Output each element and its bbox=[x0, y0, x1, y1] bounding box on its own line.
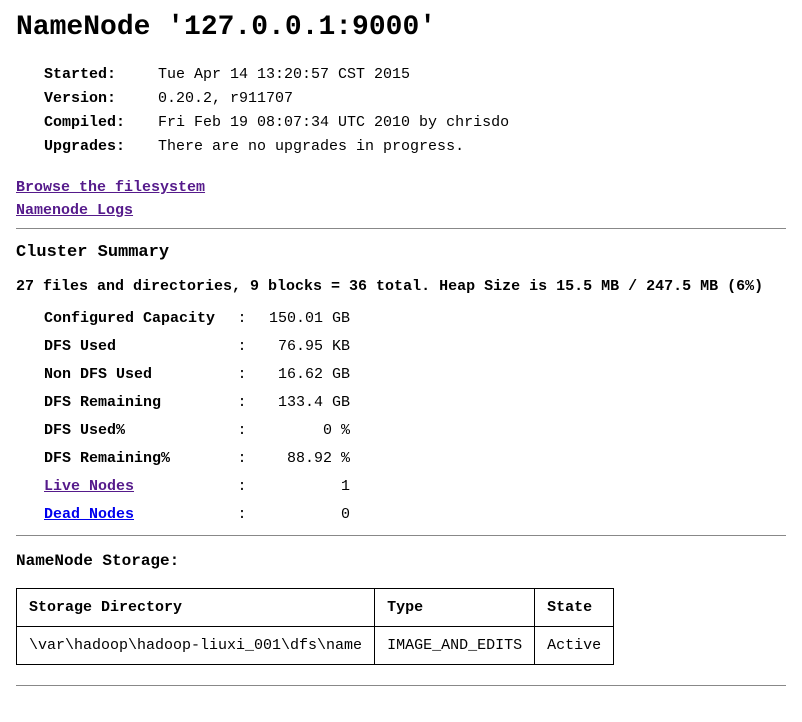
cluster-summary-heading: Cluster Summary bbox=[16, 243, 786, 262]
row-live-nodes: Live Nodes : 1 bbox=[44, 473, 358, 501]
info-upgrades-value: There are no upgrades in progress. bbox=[158, 135, 464, 159]
dfs-remaining-pct-label: DFS Remaining% bbox=[44, 445, 232, 473]
storage-data-row: \var\hadoop\hadoop-liuxi_001\dfs\name IM… bbox=[17, 627, 614, 665]
info-upgrades-label: Upgrades: bbox=[44, 135, 149, 159]
info-started-label: Started: bbox=[44, 63, 149, 87]
info-block: Started: Tue Apr 14 13:20:57 CST 2015 Ve… bbox=[44, 63, 786, 159]
live-nodes-value: 1 bbox=[260, 473, 358, 501]
row-non-dfs-used: Non DFS Used : 16.62 GB bbox=[44, 361, 358, 389]
dfs-used-pct-label: DFS Used% bbox=[44, 417, 232, 445]
row-dfs-used-pct: DFS Used% : 0 % bbox=[44, 417, 358, 445]
row-dfs-remaining-pct: DFS Remaining% : 88.92 % bbox=[44, 445, 358, 473]
dfs-used-label: DFS Used bbox=[44, 333, 232, 361]
storage-table: Storage Directory Type State \var\hadoop… bbox=[16, 588, 614, 665]
cluster-summary-table: Configured Capacity : 150.01 GB DFS Used… bbox=[44, 305, 358, 529]
storage-type: IMAGE_AND_EDITS bbox=[375, 627, 535, 665]
cluster-summary-line: 27 files and directories, 9 blocks = 36 … bbox=[16, 278, 786, 295]
dfs-used-pct-value: 0 % bbox=[260, 417, 358, 445]
storage-heading: NameNode Storage: bbox=[16, 552, 786, 570]
info-upgrades: Upgrades: There are no upgrades in progr… bbox=[44, 135, 786, 159]
storage-header-type: Type bbox=[375, 589, 535, 627]
info-compiled-label: Compiled: bbox=[44, 111, 149, 135]
non-dfs-used-label: Non DFS Used bbox=[44, 361, 232, 389]
row-configured-capacity: Configured Capacity : 150.01 GB bbox=[44, 305, 358, 333]
info-compiled-value: Fri Feb 19 08:07:34 UTC 2010 by chrisdo bbox=[158, 111, 509, 135]
info-version-label: Version: bbox=[44, 87, 149, 111]
dfs-remaining-value: 133.4 GB bbox=[260, 389, 358, 417]
live-nodes-link[interactable]: Live Nodes bbox=[44, 478, 134, 495]
storage-header-state: State bbox=[535, 589, 614, 627]
row-dfs-remaining: DFS Remaining : 133.4 GB bbox=[44, 389, 358, 417]
row-dfs-used: DFS Used : 76.95 KB bbox=[44, 333, 358, 361]
info-started: Started: Tue Apr 14 13:20:57 CST 2015 bbox=[44, 63, 786, 87]
storage-state: Active bbox=[535, 627, 614, 665]
divider bbox=[16, 228, 786, 229]
dfs-used-value: 76.95 KB bbox=[260, 333, 358, 361]
divider bbox=[16, 685, 786, 686]
row-dead-nodes: Dead Nodes : 0 bbox=[44, 501, 358, 529]
storage-header-row: Storage Directory Type State bbox=[17, 589, 614, 627]
configured-capacity-label: Configured Capacity bbox=[44, 305, 232, 333]
storage-dir: \var\hadoop\hadoop-liuxi_001\dfs\name bbox=[17, 627, 375, 665]
divider bbox=[16, 535, 786, 536]
info-started-value: Tue Apr 14 13:20:57 CST 2015 bbox=[158, 63, 410, 87]
links-block: Browse the filesystem Namenode Logs bbox=[16, 177, 786, 222]
dfs-remaining-pct-value: 88.92 % bbox=[260, 445, 358, 473]
dead-nodes-link[interactable]: Dead Nodes bbox=[44, 506, 134, 523]
info-version: Version: 0.20.2, r911707 bbox=[44, 87, 786, 111]
page-title: NameNode '127.0.0.1:9000' bbox=[16, 12, 786, 43]
browse-filesystem-link[interactable]: Browse the filesystem bbox=[16, 179, 205, 196]
storage-header-dir: Storage Directory bbox=[17, 589, 375, 627]
dfs-remaining-label: DFS Remaining bbox=[44, 389, 232, 417]
configured-capacity-value: 150.01 GB bbox=[260, 305, 358, 333]
namenode-logs-link[interactable]: Namenode Logs bbox=[16, 202, 133, 219]
info-version-value: 0.20.2, r911707 bbox=[158, 87, 293, 111]
dead-nodes-value: 0 bbox=[260, 501, 358, 529]
non-dfs-used-value: 16.62 GB bbox=[260, 361, 358, 389]
info-compiled: Compiled: Fri Feb 19 08:07:34 UTC 2010 b… bbox=[44, 111, 786, 135]
